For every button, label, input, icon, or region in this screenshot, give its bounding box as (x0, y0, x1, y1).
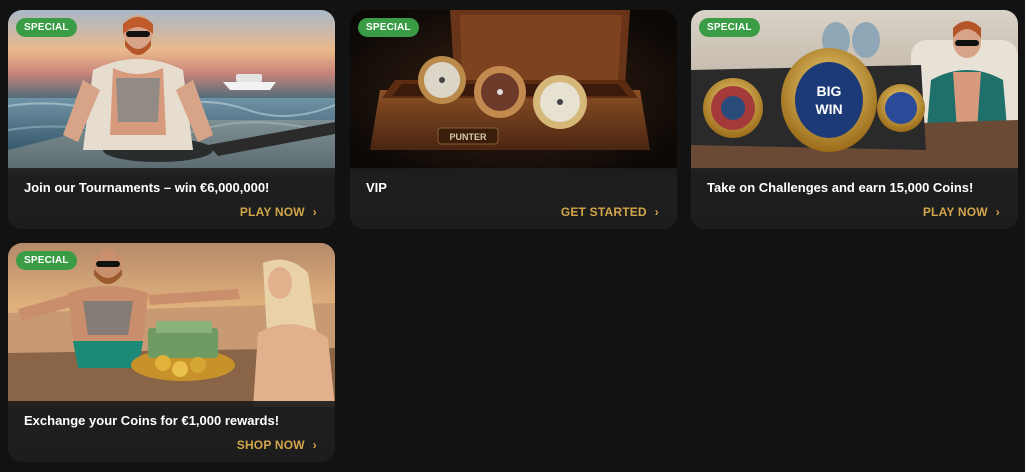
promo-title: Join our Tournaments – win €6,000,000! (24, 180, 270, 195)
special-badge: SPECIAL (16, 251, 77, 270)
promo-title: VIP (366, 180, 387, 195)
special-badge: SPECIAL (699, 18, 760, 37)
special-badge: SPECIAL (16, 18, 77, 37)
promotions-grid: Join our Tournaments – win €6,000,000! P… (0, 0, 1025, 472)
special-badge: SPECIAL (358, 18, 419, 37)
play-now-button[interactable]: PLAY NOW › (923, 205, 1000, 219)
punter-plaque-label: PUNTER (449, 132, 487, 142)
cta-label: SHOP NOW (236, 438, 305, 452)
cta-label: PLAY NOW (239, 205, 305, 219)
promo-title: Exchange your Coins for €1,000 rewards! (24, 413, 280, 428)
card-footer: Join our Tournaments – win €6,000,000! P… (8, 168, 335, 229)
cta-label: GET STARTED (560, 205, 647, 219)
card-footer: VIP GET STARTED › (350, 168, 677, 229)
promo-card-coins-shop[interactable]: Exchange your Coins for €1,000 rewards! … (8, 243, 335, 462)
card-footer: Take on Challenges and earn 15,000 Coins… (691, 168, 1018, 229)
card-footer: Exchange your Coins for €1,000 rewards! … (8, 401, 335, 462)
get-started-button[interactable]: GET STARTED › (561, 205, 659, 219)
shop-now-button[interactable]: SHOP NOW › (237, 438, 317, 452)
chevron-right-icon: › (312, 438, 317, 452)
belt-text-big: BIG (817, 83, 842, 99)
promo-title: Take on Challenges and earn 15,000 Coins… (707, 180, 974, 195)
promo-card-tournaments[interactable]: Join our Tournaments – win €6,000,000! P… (8, 10, 335, 229)
chevron-right-icon: › (312, 205, 317, 219)
chevron-right-icon: › (654, 205, 659, 219)
cta-label: PLAY NOW (922, 205, 988, 219)
belt-text-win: WIN (815, 101, 842, 117)
play-now-button[interactable]: PLAY NOW › (240, 205, 317, 219)
promo-card-vip[interactable]: PUNTER VIP GET STARTED › SPECIAL (350, 10, 677, 229)
promo-card-challenges[interactable]: BIG WIN Take on Challenges and earn 15,0… (691, 10, 1018, 229)
chevron-right-icon: › (995, 205, 1000, 219)
